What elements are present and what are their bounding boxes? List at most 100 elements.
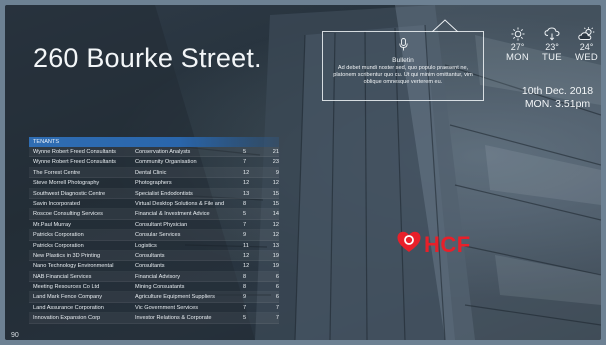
tenant-level: 12: [243, 169, 250, 176]
tenant-name: The Forrest Centre: [33, 169, 81, 176]
microphone-icon: [329, 38, 477, 56]
table-row: Land Assurance Corporation Vic Government…: [29, 303, 279, 314]
tenant-name: Southwest Diagnostic Centre: [33, 190, 106, 197]
tenant-category: Consultants: [135, 263, 165, 270]
tenant-level: 9: [243, 294, 247, 301]
weather-temp: 27°: [510, 42, 525, 52]
tenant-category: Photographers: [135, 180, 172, 187]
table-row: Mr.Paul Murray Consultant Physician 7 12: [29, 220, 279, 231]
table-row: Roscoe Consulting Services Financial & In…: [29, 209, 279, 220]
bulletin-heading: Bulletin: [392, 57, 414, 64]
tenant-category: Consultant Physician: [135, 221, 188, 228]
tenant-name: Savin Incorporated: [33, 200, 80, 207]
table-row: Patricks Corporation Consular Services 9 12: [29, 230, 279, 241]
tenant-suite: 9: [275, 169, 279, 176]
tenant-level: 8: [243, 273, 247, 280]
table-row: Southwest Diagnostic Centre Specialist En…: [29, 188, 279, 199]
table-row: Steve Morrell Photography Photographers 12…: [29, 178, 279, 189]
tenant-category: Vic Government Services: [135, 304, 199, 311]
table-row: Wynne Robert Freed Consultants Conservati…: [29, 147, 279, 158]
tenant-name: Land Assurance Corporation: [33, 304, 104, 311]
table-row: Meeting Resources Co Ltd Mining Consuatan…: [29, 282, 279, 293]
tenant-name: Nano Technology Environmental: [33, 263, 114, 270]
tenant-category: Virtual Desktop Solutions & File and: [135, 200, 225, 207]
tenant-name: Land Mark Fence Company: [33, 294, 103, 301]
bulletin-panel: Bulletin Ad debet mundi noster sed, quo …: [322, 19, 484, 101]
table-row: NAB Financial Services Financial Advisory…: [29, 271, 279, 283]
date-time: 10th Dec. 2018 MON. 3.51pm: [511, 85, 601, 111]
table-row: Savin Incorporated Virtual Desktop Soluti…: [29, 199, 279, 210]
tenant-suite: 15: [272, 200, 279, 207]
tenants-heading: TENANTS: [29, 137, 279, 147]
tenant-level: 12: [243, 263, 250, 270]
tenant-level: 7: [243, 159, 247, 166]
tenant-name: Patricks Corporation: [33, 242, 84, 249]
weather-temp: 23°: [545, 42, 559, 52]
table-row: Patricks Corporation Logistics 11 13: [29, 241, 279, 251]
date-label: 10th Dec. 2018: [521, 85, 594, 97]
tenant-suite: 19: [272, 263, 279, 270]
tenant-suite: 6: [275, 284, 279, 291]
tenant-name: Wynne Robert Freed Consultants: [33, 159, 116, 166]
tenant-suite: 12: [272, 232, 279, 239]
tenant-category: Financial Advisory: [135, 273, 181, 280]
weather-day-wed: 24° WED: [571, 27, 601, 63]
table-row: New Plastics in 3D Printing Consultants 12…: [29, 250, 279, 262]
partly-cloudy-icon: [571, 27, 601, 41]
tenant-level: 8: [243, 200, 247, 207]
tenant-level: 5: [243, 149, 247, 155]
tenant-level: 7: [243, 221, 247, 228]
weather-day-mon: 27° MON: [502, 27, 533, 63]
tenant-suite: 13: [272, 242, 279, 249]
weather-temp: 24°: [579, 42, 594, 52]
tenant-category: Community Organisation: [135, 159, 197, 166]
tenant-level: 5: [243, 315, 247, 322]
table-row: Wynne Robert Freed Consultants Community …: [29, 157, 279, 168]
heart-logo-icon: [397, 231, 421, 258]
tenant-category: Consular Services: [135, 232, 181, 239]
tenant-name: Steve Morrell Photography: [33, 180, 100, 187]
tenant-suite: 12: [272, 180, 279, 187]
weather-day-label: WED: [574, 52, 599, 63]
tenant-name: Meeting Resources Co Ltd: [33, 284, 100, 291]
tenant-level: 12: [243, 180, 250, 187]
tenant-category: Financial & Investment Advice: [135, 211, 210, 218]
tenant-name: Patricks Corporation: [33, 232, 84, 239]
hcf-logo: HCF: [397, 231, 471, 258]
sun-icon: [502, 27, 533, 41]
table-row: Nano Technology Environmental Consultants…: [29, 261, 279, 272]
weather-forecast: 27° MON 23° TUE 24° WED: [502, 27, 601, 63]
table-row: Innovation Expansion Corp Investor Relati…: [29, 313, 279, 324]
tenant-level: 12: [243, 252, 250, 259]
tenant-category: Specialist Endodontists: [135, 190, 193, 197]
table-row: Land Mark Fence Company Agriculture Equip…: [29, 292, 279, 303]
rain-cloud-icon: [537, 27, 568, 41]
corner-mark: 90: [11, 332, 19, 339]
tenant-name: New Plastics in 3D Printing: [33, 252, 101, 259]
tenant-category: Investor Relations & Corporate: [135, 315, 212, 322]
tenants-rows: Wynne Robert Freed Consultants Conservati…: [29, 147, 279, 324]
bulletin-notch: [432, 19, 458, 32]
tenant-category: Consultants: [135, 252, 165, 259]
tenant-name: NAB Financial Services: [33, 273, 92, 280]
time-label: MON. 3.51pm: [524, 98, 591, 110]
tenant-suite: 19: [272, 252, 279, 259]
hcf-logo-text: HCF: [424, 231, 471, 257]
tenants-table: TENANTS Wynne Robert Freed Consultants Co…: [29, 137, 279, 324]
tenant-suite: 7: [275, 304, 279, 311]
tenant-suite: 12: [272, 221, 279, 228]
tenant-category: Logistics: [135, 242, 157, 249]
tenant-suite: 21: [272, 149, 279, 155]
tenant-category: Agriculture Equipment Suppliers: [135, 294, 215, 301]
tenant-name: Mr.Paul Murray: [33, 221, 71, 228]
tenant-level: 5: [243, 211, 247, 218]
tenant-level: 8: [243, 284, 247, 291]
tenant-level: 7: [243, 304, 247, 311]
tenant-suite: 14: [272, 211, 279, 218]
tenant-category: Dental Clinic: [135, 169, 167, 176]
table-row: The Forrest Centre Dental Clinic 12 9: [29, 167, 279, 179]
tenant-suite: 7: [275, 315, 279, 322]
tenant-category: Conservation Analysts: [135, 149, 191, 155]
tenant-level: 13: [243, 190, 250, 197]
weather-day-label: MON: [505, 52, 530, 63]
